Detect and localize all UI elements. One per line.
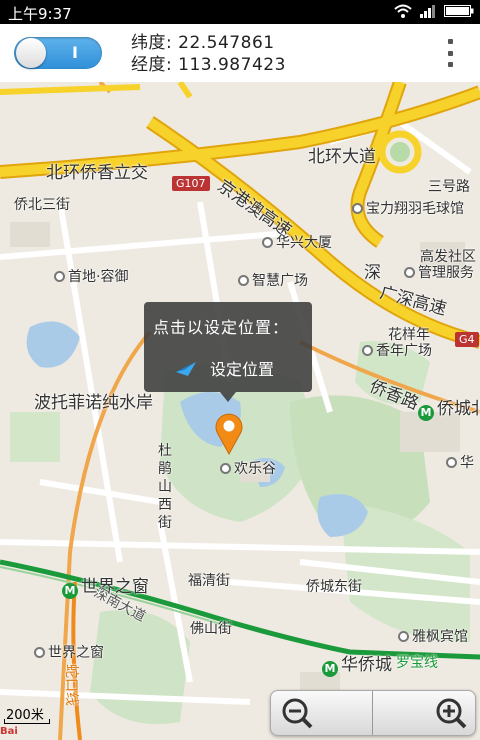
map-label-fuqing: 福清街 <box>188 573 230 589</box>
map-label-g4: G4 <box>455 332 479 347</box>
toggle-on-mark: I <box>72 43 78 62</box>
coordinate-header: I 纬度: 22.547861 经度: 113.987423 <box>0 24 480 83</box>
set-location-popup[interactable]: 点击以设定位置： 设定位置 <box>144 302 312 402</box>
metro-icon: M <box>418 405 434 421</box>
map-label-huaqiao-station: M 华侨城 <box>322 650 392 677</box>
poi-icon <box>34 647 45 658</box>
metro-icon: M <box>322 661 338 677</box>
poi-icon <box>362 345 373 356</box>
map-label-botuofei: 波托菲诺纯水岸 <box>34 393 153 413</box>
map-scale-bar <box>4 719 50 724</box>
map-label-shen: 深 <box>364 263 381 283</box>
poi-icon <box>262 237 273 248</box>
popup-title: 点击以设定位置： <box>153 318 290 337</box>
zoom-in-button[interactable] <box>373 691 473 735</box>
longitude-label: 经度: <box>131 55 173 75</box>
map-label-shoudi: 首地·容御 <box>54 266 128 286</box>
map-label-shijie-poi: 世界之窗 <box>34 642 104 662</box>
mock-location-toggle[interactable]: I <box>14 37 102 69</box>
set-location-label: 设定位置 <box>210 360 275 379</box>
map-label-qiaobei: 侨北三街 <box>14 197 70 213</box>
coordinates-display: 纬度: 22.547861 经度: 113.987423 <box>131 32 286 76</box>
metro-icon: M <box>62 583 78 599</box>
status-icons <box>394 4 474 18</box>
toggle-knob[interactable] <box>16 38 46 68</box>
poi-icon <box>446 457 457 468</box>
map-label-qiaocheng-dong: 侨城东街 <box>306 579 362 595</box>
map-label-shekou: 蛇口线 <box>63 664 79 706</box>
poi-icon <box>220 463 231 474</box>
map-label-huanle: 欢乐谷 <box>220 458 276 478</box>
map-label-dujuan: 杜鹃山西街 <box>158 443 172 531</box>
map-label-g107: G107 <box>172 176 210 191</box>
set-location-button[interactable]: 设定位置 <box>174 356 274 380</box>
zoom-controls <box>270 690 476 736</box>
zoom-out-button[interactable] <box>271 691 371 735</box>
wifi-icon <box>394 4 412 18</box>
status-time: 上午9:37 <box>8 5 72 23</box>
map-label-beihuan-dadao: 北环大道 <box>308 147 376 167</box>
latitude-label: 纬度: <box>131 33 173 53</box>
poi-icon <box>238 275 249 286</box>
location-pin-icon[interactable] <box>212 410 246 456</box>
latitude-value: 22.547861 <box>178 33 275 53</box>
poi-icon <box>398 631 409 642</box>
overflow-menu-icon[interactable] <box>446 39 454 67</box>
longitude-value: 113.987423 <box>178 55 286 75</box>
map-label-foshan: 佛山街 <box>190 621 232 637</box>
map-label-gaofa2: 管理服务 <box>404 262 474 282</box>
map-label-beihuan-qiaoxiang: 北环侨香立交 <box>46 163 148 183</box>
map-label-zhihui: 智慧广场 <box>238 270 308 290</box>
map-label-huayang2: 香年广场 <box>362 340 432 360</box>
zoom-in-icon <box>436 698 467 729</box>
set-location-icon <box>176 362 196 376</box>
map-label-qiaocheng-bei: M 侨城北 <box>418 394 480 421</box>
signal-icon <box>420 5 435 18</box>
poi-icon <box>404 267 415 278</box>
battery-icon <box>444 5 474 17</box>
map-label-sanhao: 三号路 <box>428 179 470 195</box>
map-label-yafeng: 雅枫宾馆 <box>398 626 468 646</box>
map-label-hua: 华 <box>446 452 474 472</box>
map-label-baoli: 宝力翔羽毛球馆 <box>352 198 464 218</box>
map-label-luobao: 罗宝线 <box>396 655 438 671</box>
status-bar: 上午9:37 <box>0 0 480 24</box>
map-logo: Bai <box>0 726 18 737</box>
poi-icon <box>352 203 363 214</box>
zoom-out-icon <box>282 698 313 729</box>
poi-icon <box>54 271 65 282</box>
map-label-huaxing: 华兴大厦 <box>262 232 332 252</box>
